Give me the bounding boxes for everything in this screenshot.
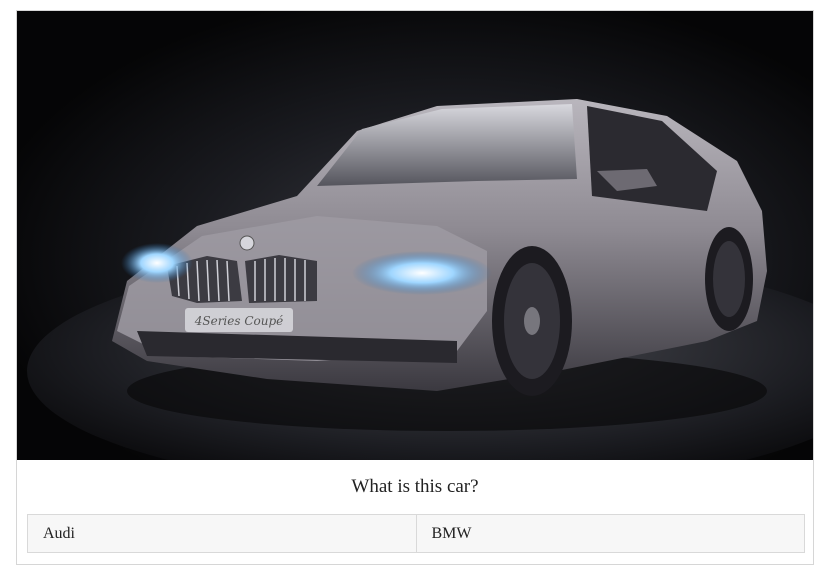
question-text: What is this car?	[351, 476, 479, 497]
answer-options: Audi BMW	[27, 514, 805, 553]
quiz-card: 4Series Coupé What is this car? Audi BMW	[16, 10, 814, 565]
car-badge-text: 4Series Coupé	[194, 314, 284, 328]
car-photo: 4Series Coupé	[17, 11, 813, 460]
car-illustration: 4Series Coupé	[17, 11, 813, 460]
answer-option-bmw[interactable]: BMW	[415, 515, 804, 552]
answer-option-audi[interactable]: Audi	[28, 515, 416, 552]
